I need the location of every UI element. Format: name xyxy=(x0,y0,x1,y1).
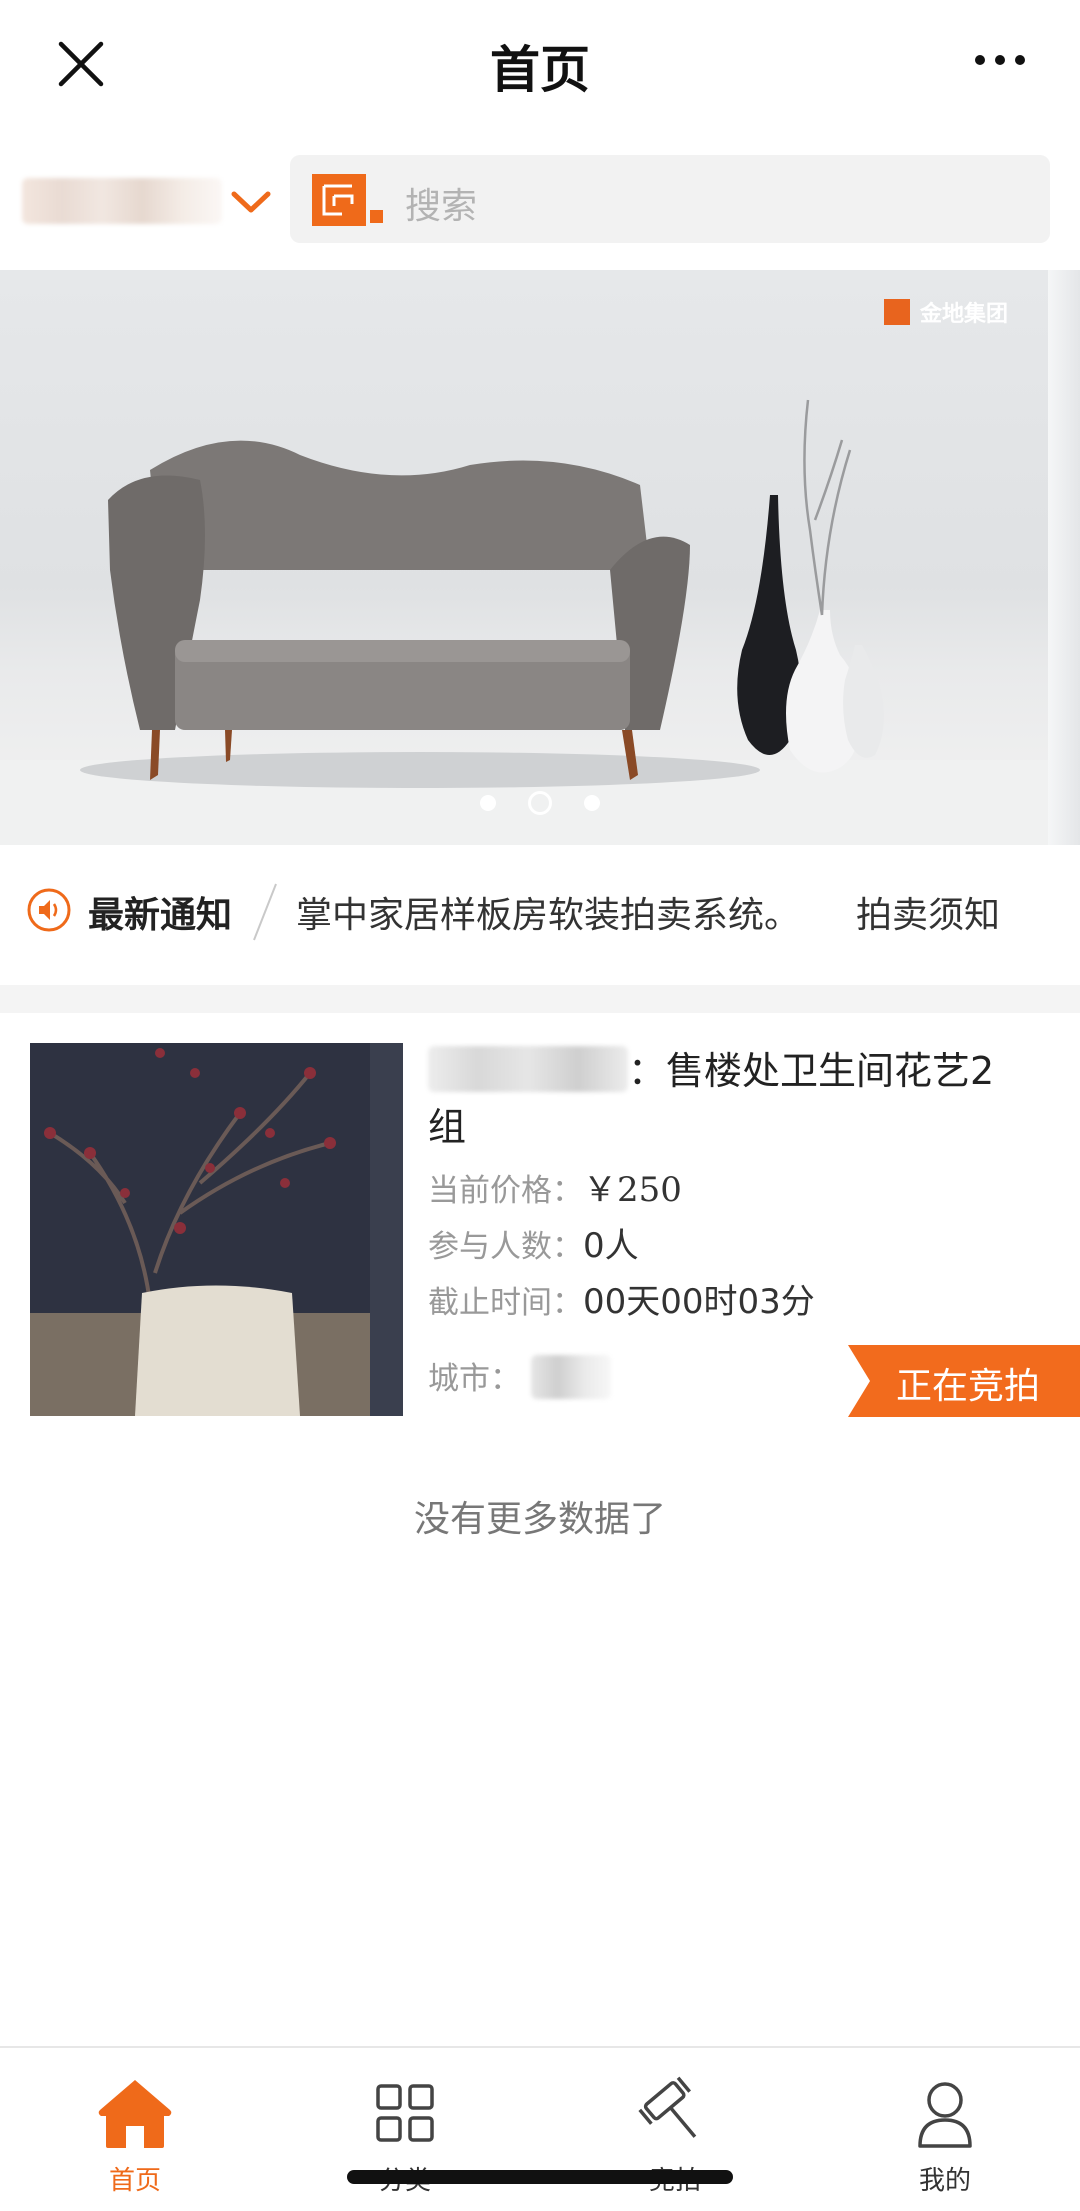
tab-label: 我的 xyxy=(918,2166,971,2196)
carousel-dot[interactable] xyxy=(584,795,600,811)
search-row: 搜索 xyxy=(0,150,1080,250)
user-icon xyxy=(918,2082,972,2148)
list-end-text: 没有更多数据了 xyxy=(413,1499,666,1540)
deadline-value: 00天00时03分 xyxy=(583,1282,815,1322)
price-value: ￥250 xyxy=(583,1170,682,1210)
item-info: ：售楼处卫生间花艺2 组 当前价格：￥250 参与人数：0人 截止时间：00天0… xyxy=(428,1043,1068,1331)
tab-auction[interactable]: 竞拍 xyxy=(540,2048,810,2211)
notice-message[interactable]: 掌中家居样板房软装拍卖系统。 xyxy=(296,886,800,938)
home-indicator[interactable] xyxy=(347,2170,733,2184)
top-navigation-bar: 首页 xyxy=(0,0,1080,130)
item-meta: 当前价格：￥250 参与人数：0人 截止时间：00天00时03分 xyxy=(428,1163,1068,1331)
section-divider xyxy=(0,985,1080,1013)
chevron-down-icon xyxy=(231,191,271,213)
item-thumbnail xyxy=(30,1043,403,1416)
carousel-indicators xyxy=(0,791,1080,815)
auction-item-card[interactable]: ：售楼处卫生间花艺2 组 当前价格：￥250 参与人数：0人 截止时间：00天0… xyxy=(0,1013,1080,1443)
brand-logo-icon xyxy=(312,174,383,226)
more-options-icon[interactable] xyxy=(972,52,1028,68)
carousel-dot[interactable] xyxy=(480,795,496,811)
auction-rules-link[interactable]: 拍卖须知 xyxy=(856,886,1000,938)
participants-value: 0人 xyxy=(583,1226,639,1266)
banner-image xyxy=(0,399,1080,845)
deadline-row: 截止时间：00天00时03分 xyxy=(428,1275,1068,1331)
price-label: 当前价格： xyxy=(428,1173,583,1209)
carousel-dot-active[interactable] xyxy=(528,791,552,815)
next-slide-peek xyxy=(1048,270,1080,845)
city-value-redacted xyxy=(531,1355,611,1399)
tab-category[interactable]: 分类 xyxy=(270,2048,540,2211)
tab-label: 首页 xyxy=(108,2166,161,2196)
page-title: 首页 xyxy=(490,41,590,99)
brand-mark-icon xyxy=(883,299,910,325)
notice-separator xyxy=(253,883,277,941)
speaker-icon xyxy=(27,888,71,932)
grid-icon xyxy=(376,2084,434,2142)
project-name-redacted xyxy=(428,1046,628,1092)
notice-bar: 最新通知 掌中家居样板房软装拍卖系统。 拍卖须知 xyxy=(0,850,1080,970)
tab-home[interactable]: 首页 xyxy=(0,2048,270,2211)
gavel-icon xyxy=(638,2076,697,2138)
deadline-label: 截止时间： xyxy=(428,1285,583,1321)
status-badge: 正在竞拍 xyxy=(848,1345,1080,1417)
notice-label: 最新通知 xyxy=(88,895,233,936)
status-label: 正在竞拍 xyxy=(896,1366,1041,1407)
item-title[interactable]: ：售楼处卫生间花艺2 xyxy=(428,1043,1068,1099)
bottom-tab-bar: 首页 分类 竞拍 我的 xyxy=(0,2046,1080,2211)
home-icon xyxy=(98,2080,172,2148)
participants-row: 参与人数：0人 xyxy=(428,1219,1068,1275)
city-name-redacted xyxy=(22,178,222,224)
city-row: 城市： xyxy=(428,1353,611,1399)
city-selector[interactable] xyxy=(22,170,271,232)
search-placeholder: 搜索 xyxy=(405,186,478,227)
banner-brand-name: 金地集团 xyxy=(919,302,1008,327)
search-input[interactable]: 搜索 xyxy=(290,155,1050,243)
banner-brand: 金地集团 xyxy=(883,292,1008,332)
banner-carousel[interactable]: 金地集团 xyxy=(0,270,1080,845)
item-title-line2: 组 xyxy=(428,1105,467,1149)
tab-profile[interactable]: 我的 xyxy=(810,2048,1080,2211)
price-row: 当前价格：￥250 xyxy=(428,1163,1068,1219)
city-label: 城市： xyxy=(428,1361,521,1397)
participants-label: 参与人数： xyxy=(428,1229,583,1265)
